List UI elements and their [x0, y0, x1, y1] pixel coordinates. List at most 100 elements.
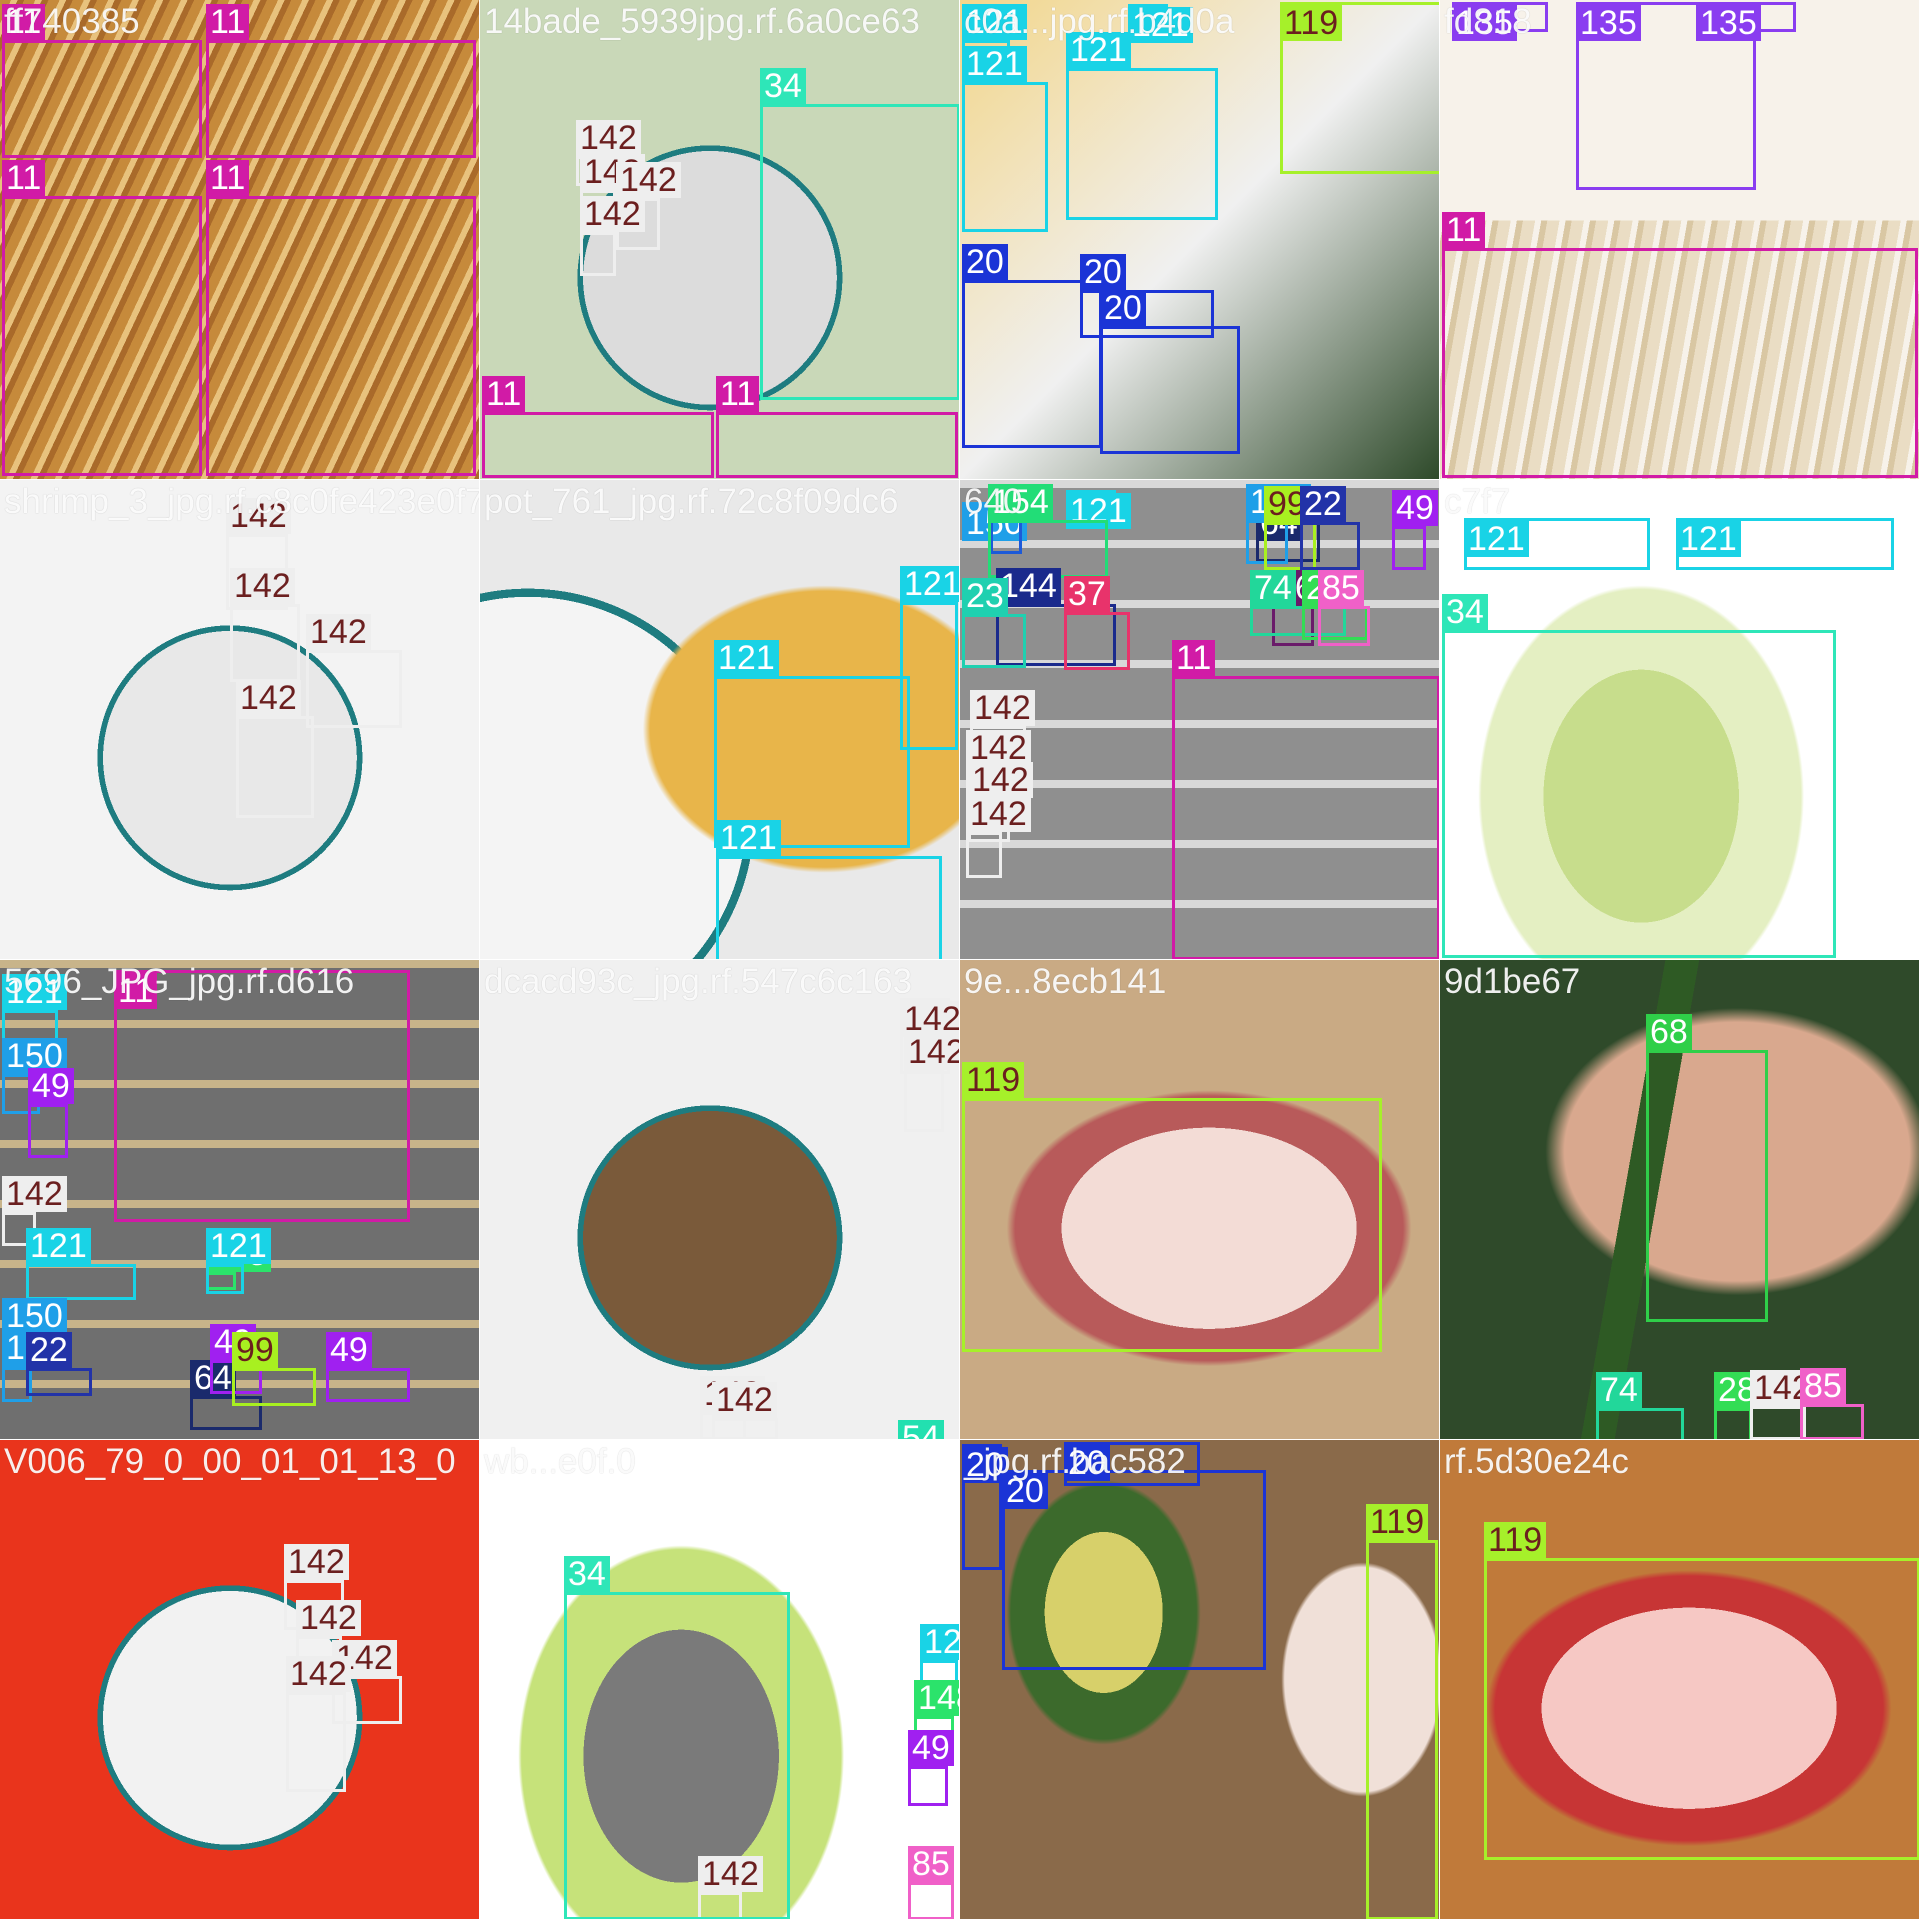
class-label: 49	[28, 1068, 74, 1104]
mosaic-tile: 119 rf.5d30e24c	[1440, 1440, 1920, 1920]
bounding-box: 135	[1696, 2, 1796, 41]
mosaic-tile: 142 142 142 142 shrimp_3_jpg.rf.c8c0fe423e0f…	[0, 480, 480, 960]
class-label: 20	[962, 244, 1008, 280]
class-label: 85	[908, 1846, 954, 1882]
class-label: 142	[900, 1001, 959, 1037]
mosaic-tile: 20 20 20 119 _jpg.rf.bac582	[960, 1440, 1440, 1920]
class-label: 121	[26, 1228, 91, 1264]
class-label: 11	[2, 160, 46, 196]
bounding-box: 121	[1676, 518, 1894, 570]
class-label: 142	[968, 762, 1033, 798]
class-label: 22	[26, 1332, 72, 1368]
bounding-box: 142	[286, 1656, 351, 1792]
class-label: 142	[226, 498, 291, 534]
class-label: 142	[286, 1656, 351, 1692]
class-label: 121	[2, 974, 67, 1010]
mosaic-tile: 135 135 135 11 fd818	[1440, 0, 1920, 480]
bounding-box: 22	[26, 1332, 92, 1396]
mosaic-tile: 14214214214254dcacd93c_jpg.rf.547c6c163	[480, 960, 960, 1440]
bounding-box: 142	[306, 614, 402, 728]
mosaic-tile: 121 121 34 c7f7	[1440, 480, 1920, 960]
class-label: 121	[1066, 32, 1131, 68]
bounding-box: 119	[1280, 2, 1439, 174]
bounding-box: 142	[230, 568, 300, 682]
class-label: 11	[716, 376, 760, 412]
mosaic-tile: 142341211484985wb...e0f.0	[480, 1440, 960, 1920]
class-label: 121	[1464, 521, 1529, 557]
bounding-box: 85	[1800, 1368, 1864, 1439]
bounding-box: 11	[2, 160, 202, 476]
class-label: 135	[1576, 5, 1641, 41]
class-label: 135	[1696, 5, 1761, 41]
bounding-box: 121	[1066, 32, 1218, 220]
bounding-box: 142	[1750, 1370, 1815, 1439]
mosaic-tile: 142 142 142 142 V006_79_0_00_01_01_13_0	[0, 1440, 480, 1920]
class-label: 11	[1172, 640, 1216, 676]
bounding-box: 11	[206, 160, 476, 476]
bounding-box: 121	[206, 1228, 271, 1294]
bounding-box: 85	[908, 1846, 954, 1919]
class-label: 99	[232, 1332, 278, 1368]
bounding-box: 34	[564, 1556, 790, 1919]
class-label: 119	[1280, 5, 1343, 41]
mosaic-tile: 68 74 28 142 85 9d1be67	[1440, 960, 1920, 1440]
class-label: 119	[962, 1062, 1025, 1098]
class-label: 142	[306, 614, 371, 650]
bounding-box: 37	[1064, 576, 1130, 670]
class-label: 34	[564, 1556, 610, 1592]
class-label: 121	[206, 1228, 271, 1264]
bounding-box: 49	[1392, 490, 1438, 570]
tile-photo	[480, 960, 959, 1439]
class-label: 68	[1646, 1014, 1692, 1050]
mosaic-tile: 121 121 121 pot_761_jpg.rf.72c8f09dc6	[480, 480, 960, 960]
class-label: 121	[716, 820, 781, 856]
class-label: 34	[760, 68, 806, 104]
bounding-box: 34	[1442, 594, 1836, 958]
class-label: 49	[326, 1332, 372, 1368]
bounding-box: 49	[326, 1332, 410, 1402]
bounding-box: 68	[1646, 1014, 1768, 1322]
bounding-box: 11	[114, 970, 410, 1222]
bounding-box: 142	[236, 680, 314, 818]
bounding-box: 11	[716, 376, 958, 478]
class-label: 11	[114, 973, 158, 1009]
class-label: 121	[1128, 7, 1193, 43]
class-label: 20	[1080, 254, 1126, 290]
bounding-box: 11	[206, 4, 476, 158]
class-label: 142	[230, 568, 295, 604]
mosaic-tile: 1112115049142148121121150641504999224956…	[0, 960, 480, 1440]
mosaic-tile: 119 9e...8ecb141	[960, 960, 1440, 1440]
class-label: 121	[962, 4, 1027, 40]
bounding-box: 74	[1596, 1372, 1684, 1439]
bounding-box: 121	[716, 820, 942, 959]
bounding-box: 11	[482, 376, 714, 478]
bounding-box: 142	[712, 1382, 778, 1439]
mosaic-tile: 1501216015414437236415099224976742885142…	[960, 480, 1440, 960]
bounding-box: 142	[580, 196, 645, 276]
class-label: 49	[1392, 490, 1438, 526]
class-label: 121	[962, 46, 1027, 82]
class-label: 22	[1300, 486, 1346, 522]
class-label: 142	[284, 1544, 349, 1580]
class-label: 11	[206, 160, 250, 196]
class-label: 142	[904, 1034, 959, 1070]
bounding-box: 11	[2, 4, 202, 158]
class-label: 37	[1064, 576, 1110, 612]
class-label: 142	[616, 162, 681, 198]
class-label: 119	[1366, 1504, 1429, 1540]
class-label: 34	[1442, 594, 1488, 630]
class-label: 121	[714, 640, 779, 676]
bounding-box: 121	[962, 46, 1048, 232]
class-label: 11	[2, 4, 46, 40]
bounding-box: 22	[1300, 486, 1360, 570]
class-label: 121	[1676, 521, 1741, 557]
class-label: 49	[908, 1730, 954, 1766]
class-label: 121	[920, 1624, 959, 1660]
training-batch-mosaic: 11 11 11 11 ff740385 34 142 142 142 142 11 11 14bade…	[0, 0, 1920, 1920]
class-label: 74	[1596, 1372, 1642, 1408]
bounding-box: 28	[1714, 1372, 1760, 1439]
class-label: 142	[970, 690, 1035, 726]
class-label: 142	[580, 196, 645, 232]
class-label: 148	[914, 1680, 959, 1716]
bounding-box: 119	[1484, 1522, 1919, 1860]
